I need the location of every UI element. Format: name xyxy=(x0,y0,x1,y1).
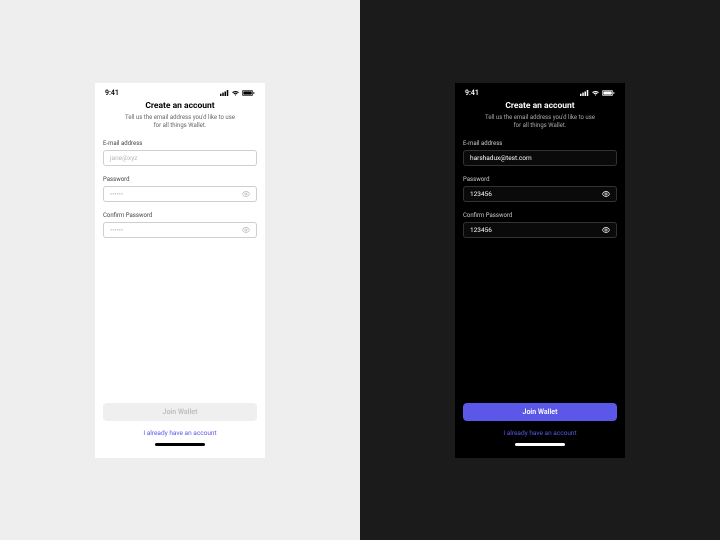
email-label: E-mail address xyxy=(103,140,257,147)
battery-icon xyxy=(242,90,255,96)
phone-dark: 9:41 Create an account Tell us the email… xyxy=(455,83,625,458)
dark-background: 9:41 Create an account Tell us the email… xyxy=(360,0,720,540)
password-field[interactable]: 123456 xyxy=(463,186,617,202)
password-label: Password xyxy=(463,176,617,183)
page-subtitle: Tell us the email address you'd like to … xyxy=(103,114,257,130)
status-time: 9:41 xyxy=(105,89,119,97)
status-indicators xyxy=(580,90,615,96)
email-field[interactable]: harshadux@test.com xyxy=(463,150,617,166)
password-label: Password xyxy=(103,176,257,183)
confirm-password-field[interactable]: 123456 xyxy=(463,222,617,238)
email-label: E-mail address xyxy=(463,140,617,147)
phone-light: 9:41 Create an account Tell us the email… xyxy=(95,83,265,458)
status-bar: 9:41 xyxy=(95,83,265,99)
eye-icon[interactable] xyxy=(242,190,250,198)
light-background: 9:41 Create an account Tell us the email… xyxy=(0,0,360,540)
password-placeholder-text: •••••• xyxy=(110,190,123,198)
eye-icon[interactable] xyxy=(602,190,610,198)
cellular-icon xyxy=(220,90,229,96)
password-value: 123456 xyxy=(470,190,492,198)
form-content: Create an account Tell us the email addr… xyxy=(95,99,265,238)
email-value: harshadux@test.com xyxy=(470,154,532,162)
confirm-value: 123456 xyxy=(470,226,492,234)
confirm-password-label: Confirm Password xyxy=(103,212,257,219)
eye-icon[interactable] xyxy=(602,226,610,234)
join-wallet-button[interactable]: Join Wallet xyxy=(463,403,617,421)
existing-account-link[interactable]: I already have an account xyxy=(503,429,576,437)
confirm-password-field[interactable]: •••••• xyxy=(103,222,257,238)
bottom-actions: Join Wallet I already have an account xyxy=(455,403,625,458)
page-title: Create an account xyxy=(463,101,617,111)
status-indicators xyxy=(220,90,255,96)
page-subtitle: Tell us the email address you'd like to … xyxy=(463,114,617,130)
eye-icon[interactable] xyxy=(242,226,250,234)
existing-account-link[interactable]: I already have an account xyxy=(143,429,216,437)
status-time: 9:41 xyxy=(465,89,479,97)
home-indicator[interactable] xyxy=(155,443,205,446)
battery-icon xyxy=(602,90,615,96)
form-content: Create an account Tell us the email addr… xyxy=(455,99,625,238)
wifi-icon xyxy=(591,90,600,96)
cellular-icon xyxy=(580,90,589,96)
page-title: Create an account xyxy=(103,101,257,111)
email-field[interactable]: jane@xyz xyxy=(103,150,257,166)
home-indicator[interactable] xyxy=(515,443,565,446)
password-field[interactable]: •••••• xyxy=(103,186,257,202)
bottom-actions: Join Wallet I already have an account xyxy=(95,403,265,458)
wifi-icon xyxy=(231,90,240,96)
confirm-placeholder-text: •••••• xyxy=(110,226,123,234)
join-wallet-button[interactable]: Join Wallet xyxy=(103,403,257,421)
email-placeholder-text: jane@xyz xyxy=(110,154,138,162)
confirm-password-label: Confirm Password xyxy=(463,212,617,219)
status-bar: 9:41 xyxy=(455,83,625,99)
